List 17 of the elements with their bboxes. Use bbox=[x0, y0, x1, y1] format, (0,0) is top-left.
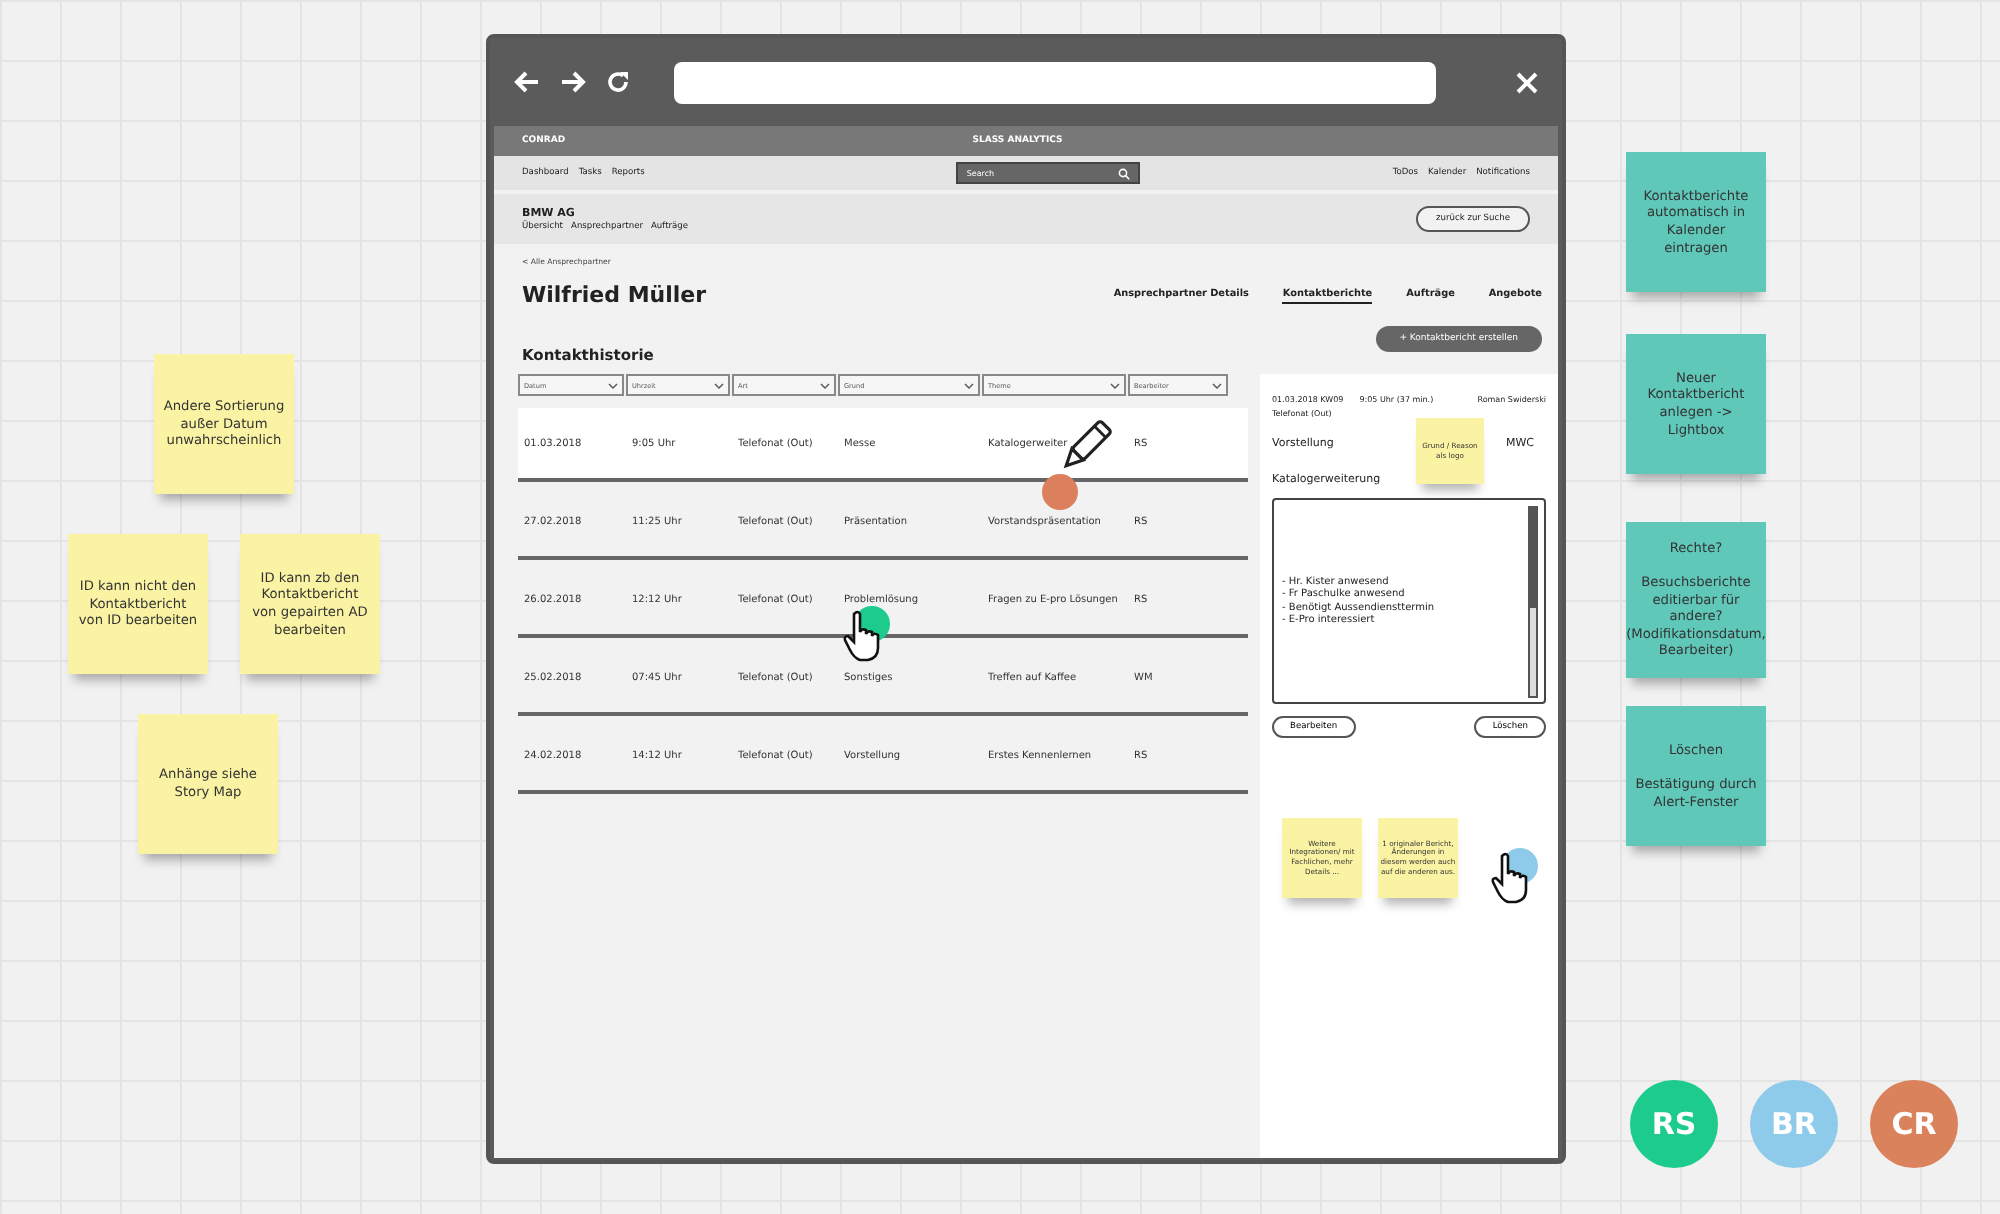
avatar-initials: BR bbox=[1771, 1106, 1817, 1142]
chevron-icon bbox=[608, 381, 618, 389]
contact-name: Wilfried Müller bbox=[522, 282, 707, 308]
reload-icon[interactable] bbox=[606, 70, 630, 94]
chevron-icon bbox=[820, 381, 830, 389]
avatar-initials: CR bbox=[1891, 1106, 1937, 1142]
search-icon bbox=[1118, 167, 1131, 179]
chevron-icon bbox=[1110, 381, 1120, 389]
scrollbar[interactable] bbox=[1528, 506, 1538, 698]
chevron-icon bbox=[964, 381, 974, 389]
address-bar[interactable] bbox=[674, 61, 1436, 103]
avatar-initials: RS bbox=[1651, 1106, 1697, 1142]
forward-arrow-icon[interactable] bbox=[560, 70, 586, 94]
chevron-icon bbox=[714, 381, 724, 389]
back-arrow-icon[interactable] bbox=[514, 70, 540, 94]
close-icon[interactable] bbox=[1516, 71, 1538, 93]
chevron-icon bbox=[1212, 381, 1222, 389]
